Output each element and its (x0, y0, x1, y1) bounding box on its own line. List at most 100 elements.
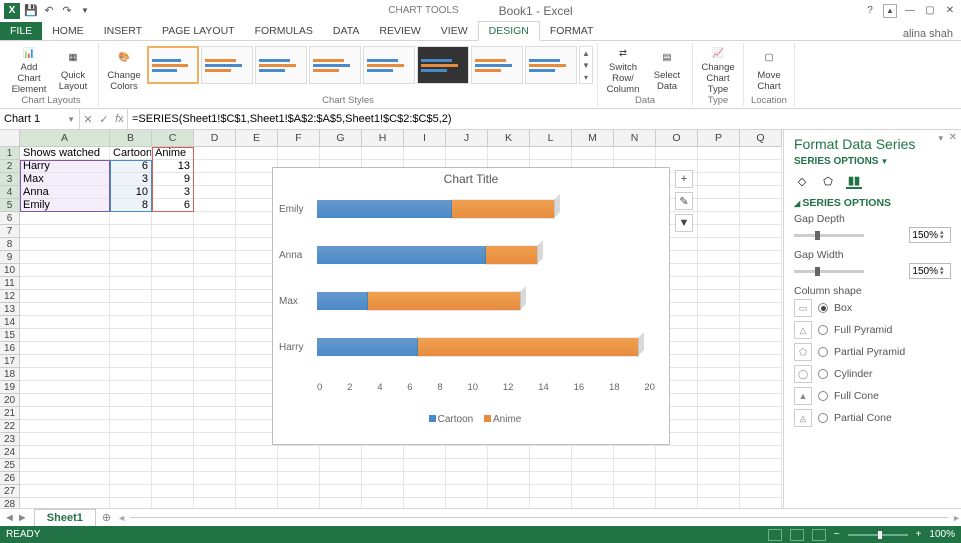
bar-segment-anime[interactable] (368, 292, 520, 310)
col-header-E[interactable]: E (236, 130, 278, 147)
cell[interactable] (20, 303, 110, 316)
zoom-out-button[interactable]: − (834, 529, 840, 540)
cell[interactable] (110, 472, 152, 485)
cell[interactable] (320, 498, 362, 508)
cell[interactable] (152, 329, 194, 342)
cell[interactable] (152, 277, 194, 290)
bar-segment-anime[interactable] (486, 246, 537, 264)
row-header[interactable]: 2 (0, 160, 20, 173)
cell[interactable] (656, 147, 698, 160)
normal-view-button[interactable] (768, 529, 782, 541)
cell[interactable] (404, 459, 446, 472)
cell[interactable]: Max (20, 173, 110, 186)
sheet-tab-sheet1[interactable]: Sheet1 (34, 509, 96, 526)
cell[interactable] (194, 199, 236, 212)
chart-style-5[interactable] (363, 46, 415, 84)
cell[interactable]: 8 (110, 199, 152, 212)
cell[interactable] (698, 251, 740, 264)
shape-option-full-cone[interactable]: ▲Full Cone (794, 387, 951, 405)
cell[interactable]: Cartoon (110, 147, 152, 160)
ribbon-options-icon[interactable]: ▲ (883, 4, 897, 18)
cell[interactable] (320, 485, 362, 498)
cell[interactable] (110, 368, 152, 381)
cell[interactable]: 13 (152, 160, 194, 173)
chart-style-2[interactable] (201, 46, 253, 84)
cell[interactable] (194, 225, 236, 238)
cell[interactable] (20, 498, 110, 508)
row-header[interactable]: 25 (0, 459, 20, 472)
row-header[interactable]: 24 (0, 446, 20, 459)
cell[interactable] (236, 485, 278, 498)
cell[interactable] (740, 368, 782, 381)
cell[interactable] (698, 433, 740, 446)
cell[interactable] (320, 459, 362, 472)
cell[interactable] (698, 303, 740, 316)
row-header[interactable]: 10 (0, 264, 20, 277)
user-name[interactable]: alina shah (903, 28, 961, 40)
cell[interactable] (614, 485, 656, 498)
row-header[interactable]: 23 (0, 433, 20, 446)
col-header-L[interactable]: L (530, 130, 572, 147)
col-header-O[interactable]: O (656, 130, 698, 147)
shape-radio[interactable] (818, 391, 828, 401)
cell[interactable] (236, 446, 278, 459)
cell[interactable] (740, 342, 782, 355)
bar-segment-cartoon[interactable] (317, 246, 486, 264)
col-header-J[interactable]: J (446, 130, 488, 147)
cell[interactable] (530, 485, 572, 498)
cell[interactable] (362, 485, 404, 498)
row-header[interactable]: 9 (0, 251, 20, 264)
row-header[interactable]: 15 (0, 329, 20, 342)
cell[interactable] (194, 303, 236, 316)
cell[interactable] (698, 290, 740, 303)
cell[interactable] (530, 498, 572, 508)
cell[interactable] (152, 420, 194, 433)
row-header[interactable]: 18 (0, 368, 20, 381)
cell[interactable] (20, 225, 110, 238)
cell[interactable] (740, 251, 782, 264)
chart-styles-gallery[interactable]: ▲▼▾ (147, 43, 593, 84)
cell[interactable] (446, 459, 488, 472)
cell[interactable] (152, 251, 194, 264)
chart-title[interactable]: Chart Title (273, 168, 669, 190)
cell[interactable] (698, 147, 740, 160)
cell[interactable] (20, 355, 110, 368)
row-header[interactable]: 4 (0, 186, 20, 199)
cell[interactable] (194, 446, 236, 459)
cell[interactable] (572, 147, 614, 160)
row-header[interactable]: 26 (0, 472, 20, 485)
cell[interactable] (152, 212, 194, 225)
cell[interactable] (488, 485, 530, 498)
cell[interactable] (110, 212, 152, 225)
cell[interactable] (278, 459, 320, 472)
cell[interactable] (740, 459, 782, 472)
zoom-in-button[interactable]: + (916, 529, 922, 540)
cell[interactable] (698, 446, 740, 459)
cell[interactable] (152, 446, 194, 459)
cell[interactable] (194, 420, 236, 433)
cell[interactable] (278, 485, 320, 498)
chart-style-7[interactable] (471, 46, 523, 84)
row-header[interactable]: 20 (0, 394, 20, 407)
cell[interactable] (740, 329, 782, 342)
cell[interactable] (152, 368, 194, 381)
cell[interactable] (446, 147, 488, 160)
name-box[interactable]: Chart 1▼ (0, 109, 80, 129)
cell[interactable] (740, 186, 782, 199)
chart-filters-button[interactable]: ▼ (675, 214, 693, 232)
col-header-K[interactable]: K (488, 130, 530, 147)
minimize-icon[interactable]: — (903, 4, 917, 18)
cell[interactable] (362, 459, 404, 472)
shape-option-partial-pyramid[interactable]: ⬠Partial Pyramid (794, 343, 951, 361)
cell[interactable] (152, 459, 194, 472)
cell[interactable] (110, 433, 152, 446)
cell[interactable] (152, 407, 194, 420)
bar-segment-anime[interactable] (452, 200, 553, 218)
col-header-Q[interactable]: Q (740, 130, 782, 147)
page-break-view-button[interactable] (812, 529, 826, 541)
tab-home[interactable]: HOME (42, 22, 94, 40)
effects-icon[interactable]: ⬠ (820, 173, 836, 189)
cell[interactable] (740, 238, 782, 251)
cell[interactable] (656, 446, 698, 459)
cell[interactable] (698, 264, 740, 277)
